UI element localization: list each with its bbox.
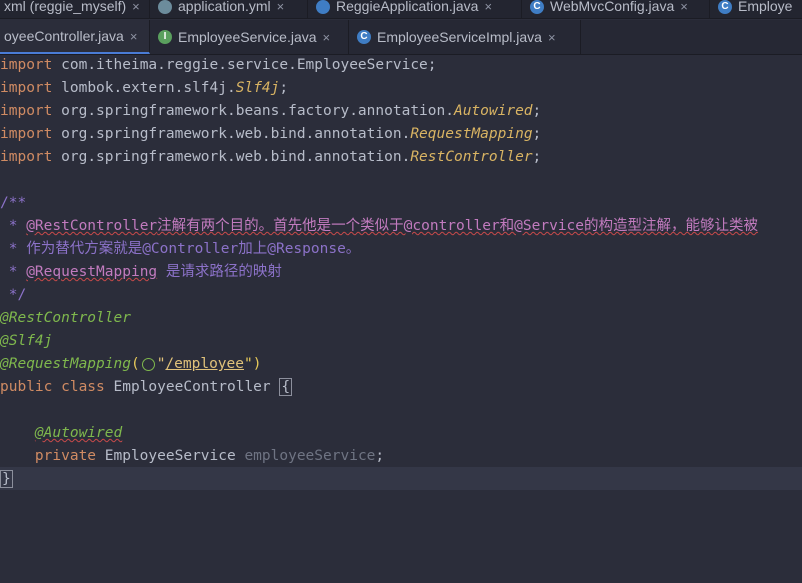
tab-reggie-application[interactable]: ReggieApplication.java ×: [308, 0, 522, 18]
code-line: /**: [0, 192, 26, 215]
brace: {: [279, 378, 293, 396]
import-class: Slf4j: [235, 80, 280, 96]
doc-comment-close: */: [0, 287, 27, 303]
keyword: import: [0, 103, 53, 119]
keyword: import: [0, 80, 53, 96]
semicolon: ;: [532, 126, 542, 142]
doc-tag: @RequestMapping: [26, 264, 158, 280]
field-type: EmployeeService: [104, 448, 245, 464]
request-path-link[interactable]: /employee: [165, 356, 244, 372]
import-path: lombok.extern.slf4j.: [61, 80, 236, 96]
close-icon[interactable]: ×: [132, 0, 140, 14]
doc-star: *: [0, 264, 27, 280]
annotation: @Slf4j: [0, 333, 53, 349]
close-icon[interactable]: ×: [130, 29, 138, 44]
import-path: org.springframework.beans.factory.annota…: [61, 103, 454, 119]
code-line: private EmployeeService employeeService;: [0, 445, 384, 468]
code-line: import org.springframework.web.bind.anno…: [0, 123, 541, 146]
annotation: @RestController: [0, 310, 131, 326]
keyword: public class: [0, 379, 114, 395]
field-name: employeeService: [244, 448, 376, 464]
code-line: @Slf4j: [0, 330, 52, 353]
tab-label: oyeeController.java: [4, 28, 124, 44]
semicolon: ;: [532, 103, 542, 119]
code-line: @Autowired: [0, 422, 122, 445]
code-line: * @RestController注解有两个目的。首先他是一个类似于@contr…: [0, 215, 758, 238]
close-icon[interactable]: ×: [277, 0, 285, 14]
close-icon[interactable]: ×: [680, 0, 688, 14]
doc-text: 作为替代方案就是@Controller加上@Response。: [26, 241, 361, 257]
close-icon[interactable]: ×: [323, 30, 331, 45]
tab-label: WebMvcConfig.java: [550, 0, 675, 14]
import-class: Autowired: [453, 103, 533, 119]
keyword: import: [0, 126, 53, 142]
code-line: * 作为替代方案就是@Controller加上@Response。: [0, 238, 361, 261]
tab-label: xml (reggie_myself): [4, 0, 127, 14]
doc-tag: @RestController: [26, 218, 158, 234]
import-class: RequestMapping: [410, 126, 533, 142]
code-line: public class EmployeeController {: [0, 376, 293, 399]
close-icon[interactable]: ×: [484, 0, 492, 14]
code-line: import com.itheima.reggie.service.Employ…: [0, 54, 437, 77]
tab-label: EmployeeService.java: [178, 29, 317, 45]
tab-employee-service-impl[interactable]: C EmployeeServiceImpl.java ×: [349, 20, 581, 54]
tab-label: ReggieApplication.java: [336, 0, 479, 14]
class-icon: C: [357, 30, 371, 44]
keyword: import: [0, 149, 53, 165]
semicolon: ;: [375, 448, 385, 464]
web-endpoint-icon[interactable]: [141, 357, 155, 371]
tab-label: application.yml: [178, 0, 271, 14]
import-path: org.springframework.web.bind.annotation.: [61, 149, 411, 165]
close-icon[interactable]: ×: [548, 30, 556, 45]
code-line: * @RequestMapping 是请求路径的映射: [0, 261, 282, 284]
yml-icon: [158, 0, 172, 14]
annotation: @RequestMapping: [0, 356, 131, 372]
current-line-highlight: [0, 467, 802, 490]
tab-label: EmployeeServiceImpl.java: [377, 29, 542, 45]
semicolon: ;: [532, 149, 542, 165]
editor-tab-bar-top: xml (reggie_myself) × application.yml × …: [0, 0, 802, 19]
doc-star: *: [0, 218, 27, 234]
brace: }: [0, 470, 13, 488]
code-line: import org.springframework.web.bind.anno…: [0, 146, 541, 169]
class-name: EmployeeController: [113, 379, 280, 395]
keyword: import: [0, 57, 53, 73]
interface-icon: I: [158, 30, 172, 44]
doc-text: 注解有两个目的。首先他是一个类似于@controller和@Service的构造…: [157, 218, 759, 234]
code-line: @RestController: [0, 307, 131, 330]
editor-tab-bar: oyeeController.java × I EmployeeService.…: [0, 20, 802, 55]
code-line: }: [0, 468, 13, 491]
code-line: import lombok.extern.slf4j.Slf4j;: [0, 77, 288, 100]
tab-webmvcconfig[interactable]: C WebMvcConfig.java ×: [522, 0, 710, 18]
class-icon: C: [718, 0, 732, 14]
tab-application-yml[interactable]: application.yml ×: [150, 0, 308, 18]
doc-star: *: [0, 241, 27, 257]
import-path: org.springframework.web.bind.annotation.: [61, 126, 411, 142]
code-line: */: [0, 284, 26, 307]
tab-pom-xml[interactable]: xml (reggie_myself) ×: [0, 0, 150, 18]
semicolon: ;: [279, 80, 289, 96]
code-line: import org.springframework.beans.factory…: [0, 100, 541, 123]
paren: "): [244, 356, 262, 372]
import-class: RestController: [410, 149, 533, 165]
tab-employee-partial[interactable]: C Employe: [710, 0, 802, 18]
keyword: private: [34, 448, 105, 464]
import-path: com.itheima.reggie.service.EmployeeServi…: [61, 57, 437, 73]
tab-employee-controller[interactable]: oyeeController.java ×: [0, 20, 150, 54]
class-icon: C: [530, 0, 544, 14]
tab-label: Employe: [738, 0, 793, 14]
paren: (: [130, 356, 140, 372]
doc-comment-open: /**: [0, 195, 27, 211]
tab-employee-service[interactable]: I EmployeeService.java ×: [150, 20, 349, 54]
doc-text: 是请求路径的映射: [157, 264, 282, 280]
code-line: @RequestMapping("/employee"): [0, 353, 261, 376]
class-icon: [316, 0, 330, 14]
annotation: @Autowired: [34, 425, 123, 441]
